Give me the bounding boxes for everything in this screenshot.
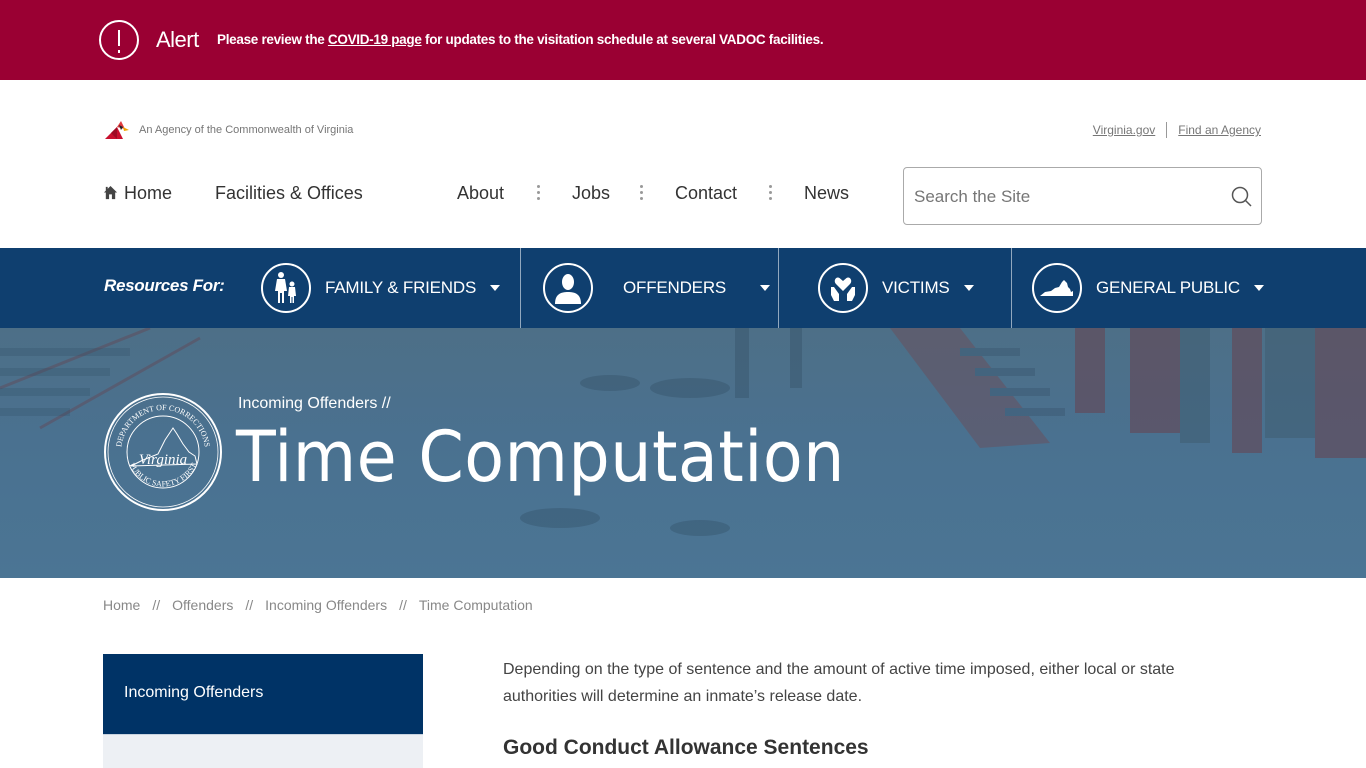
alert-banner: Alert Please review the COVID-19 page fo…	[0, 0, 1366, 80]
exclamation-circle-icon	[99, 20, 139, 60]
resources-label: Resources For:	[104, 276, 225, 295]
agency-banner: An Agency of the Commonwealth of Virgini…	[103, 119, 353, 141]
hero-banner: DEPARTMENT OF CORRECTIONS PUBLIC SAFETY …	[0, 328, 1366, 578]
family-icon	[261, 263, 311, 313]
alert-message: Please review the COVID-19 page for upda…	[217, 32, 824, 47]
breadcrumb-incoming-offenders[interactable]: Incoming Offenders	[265, 597, 387, 613]
sidebar-item-label: Incoming Offenders	[124, 684, 264, 701]
resources-divider	[520, 248, 521, 328]
sidebar-item-incoming-offenders[interactable]: Incoming Offenders	[103, 654, 423, 734]
alert-label: Alert	[156, 27, 199, 52]
chevron-down-icon	[760, 285, 771, 291]
alert-text-after: for updates to the visitation schedule a…	[421, 32, 824, 47]
cardinal-logo-icon	[103, 119, 129, 141]
breadcrumb-home[interactable]: Home	[103, 597, 140, 613]
resources-family-friends-label: FAMILY & FRIENDS	[325, 278, 477, 297]
utility-links: Virginia.gov Find an Agency	[1093, 122, 1261, 138]
person-icon	[543, 263, 593, 313]
home-icon	[103, 185, 118, 200]
resources-general-public[interactable]: GENERAL PUBLIC	[1032, 248, 1264, 328]
page-title: Time Computation	[236, 416, 845, 498]
resources-general-public-label: GENERAL PUBLIC	[1096, 278, 1240, 297]
search-icon[interactable]	[1231, 186, 1253, 208]
agency-text: An Agency of the Commonwealth of Virgini…	[139, 124, 354, 136]
hero-parent-link[interactable]: Incoming Offenders //	[238, 395, 391, 413]
resources-victims-label: VICTIMS	[882, 278, 950, 297]
resources-family-friends[interactable]: FAMILY & FRIENDS	[261, 248, 501, 328]
resources-divider	[778, 248, 779, 328]
nav-home-label: Home	[124, 183, 173, 203]
nav-jobs[interactable]: Jobs	[572, 183, 610, 204]
resources-victims[interactable]: VICTIMS	[818, 248, 974, 328]
sidebar-item[interactable]	[103, 734, 423, 768]
resources-offenders[interactable]: OFFENDERS	[543, 248, 771, 328]
nav-contact[interactable]: Contact	[675, 183, 737, 204]
nav-about[interactable]: About	[457, 183, 504, 204]
alert-text-before: Please review the	[217, 32, 328, 47]
chevron-down-icon	[490, 285, 501, 291]
resources-divider	[1011, 248, 1012, 328]
breadcrumb: Home // Offenders // Incoming Offenders …	[103, 597, 533, 613]
doc-seal-logo: DEPARTMENT OF CORRECTIONS PUBLIC SAFETY …	[104, 393, 222, 511]
breadcrumb-separator: //	[152, 597, 161, 613]
breadcrumb-separator: //	[399, 597, 407, 613]
resources-bar: Resources For: FAMILY & FRIENDS OFFENDER…	[0, 248, 1366, 328]
svg-text:Virginia: Virginia	[139, 452, 187, 468]
virginia-state-icon	[1032, 263, 1082, 313]
nav-facilities-offices[interactable]: Facilities & Offices	[215, 183, 363, 204]
chevron-down-icon	[1253, 285, 1264, 291]
breadcrumb-separator: //	[245, 597, 254, 613]
utility-divider	[1166, 122, 1168, 138]
main-nav: Home Facilities & Offices About Jobs Con…	[103, 183, 863, 207]
intro-paragraph: Depending on the type of sentence and th…	[503, 661, 1175, 705]
search-input[interactable]	[914, 185, 1214, 209]
breadcrumb-offenders[interactable]: Offenders	[172, 597, 233, 613]
breadcrumb-current: Time Computation	[418, 597, 533, 613]
virginia-gov-link[interactable]: Virginia.gov	[1093, 123, 1155, 137]
nav-separator	[769, 185, 772, 201]
find-an-agency-link[interactable]: Find an Agency	[1178, 123, 1261, 137]
nav-news[interactable]: News	[804, 183, 849, 204]
section-heading: Good Conduct Allowance Sentences	[503, 736, 869, 759]
nav-separator	[537, 185, 540, 201]
covid-page-link[interactable]: COVID-19 page	[328, 32, 422, 47]
nav-separator	[640, 185, 643, 201]
chevron-down-icon	[963, 285, 974, 291]
site-search	[903, 167, 1262, 225]
nav-home[interactable]: Home	[103, 183, 172, 204]
resources-offenders-label: OFFENDERS	[623, 278, 727, 297]
heart-hands-icon	[818, 263, 868, 313]
